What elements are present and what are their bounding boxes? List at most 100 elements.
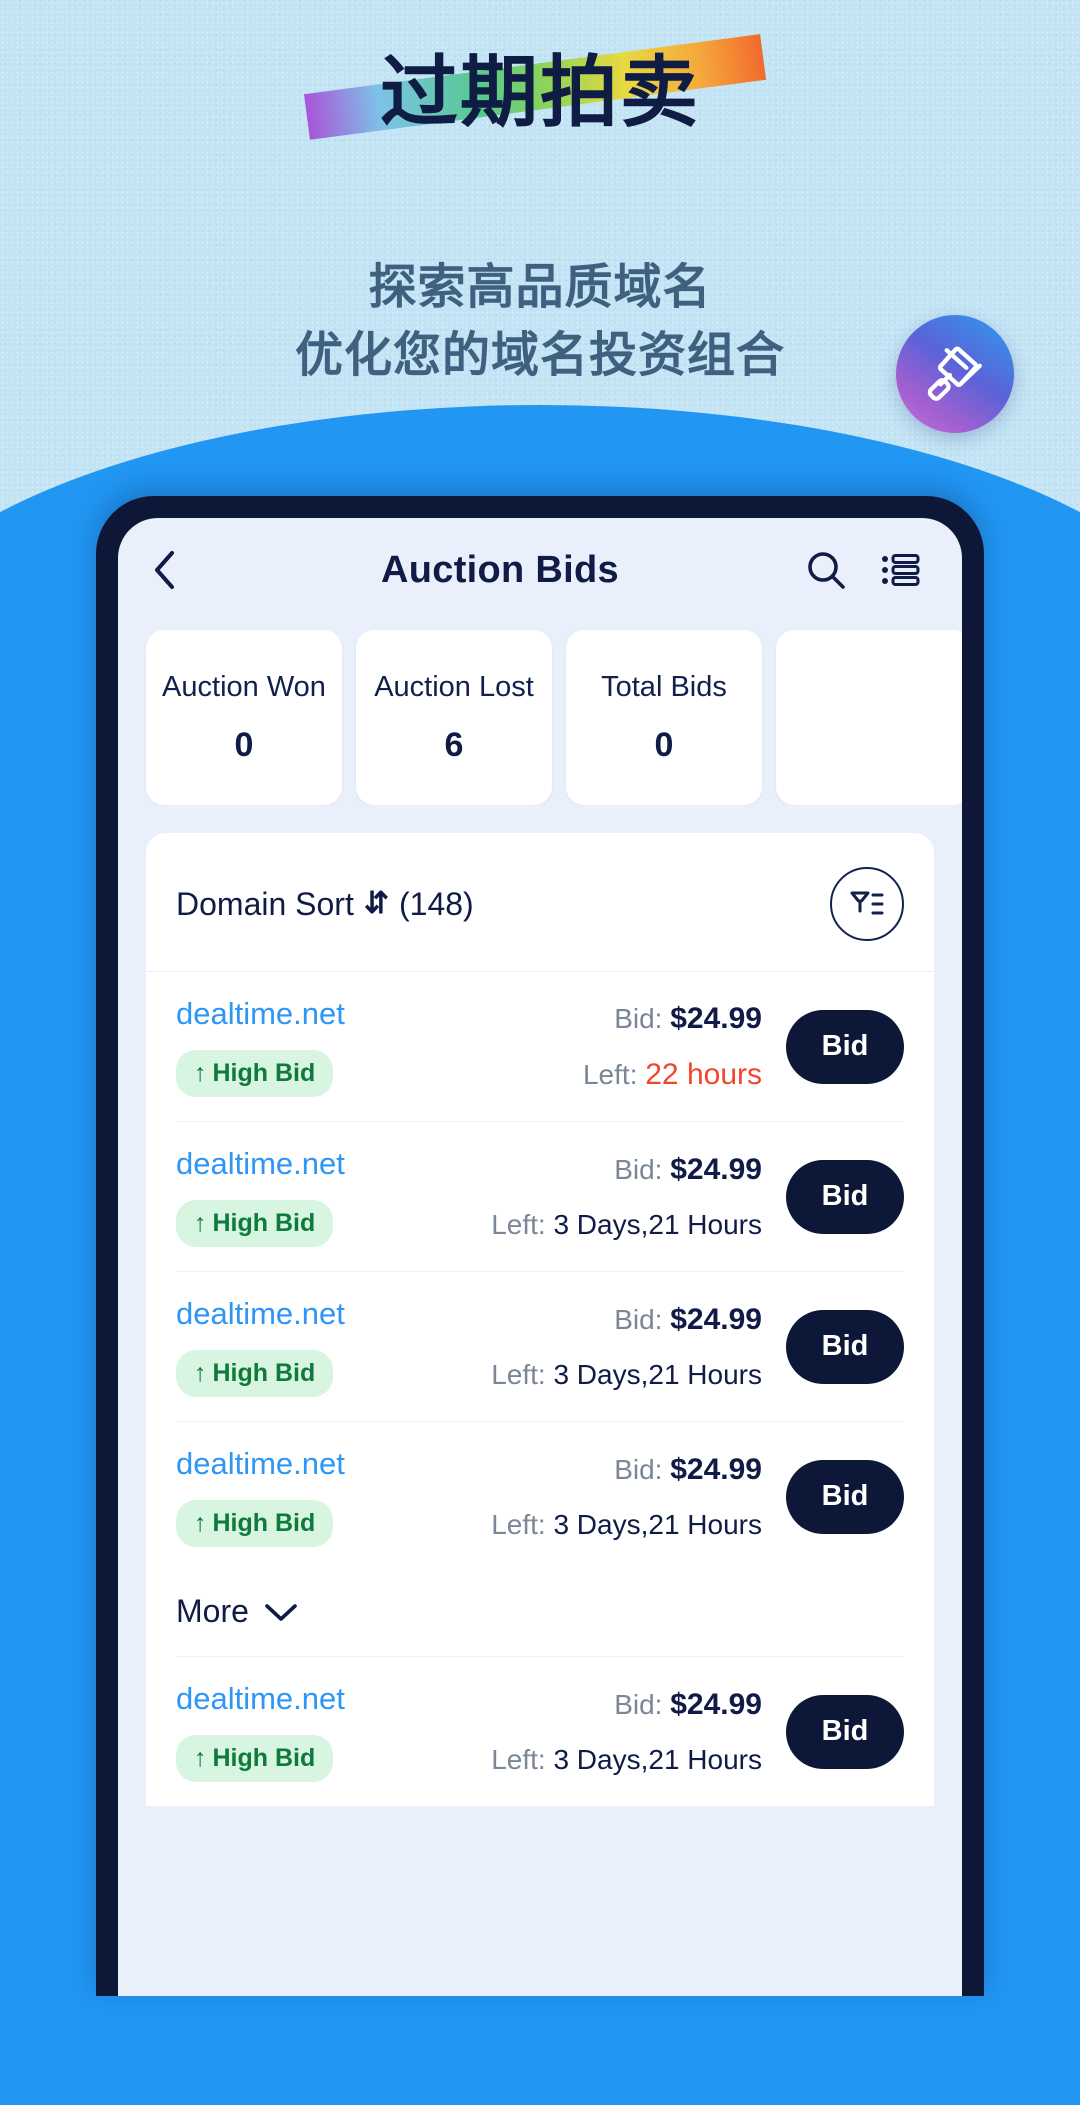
hero-subtitle-line-1: 探索高品质域名 [368, 261, 712, 314]
domain-link[interactable]: dealtime.net [176, 1296, 345, 1332]
time-left-line: Left: 22 hours [583, 1058, 762, 1092]
domain-link[interactable]: dealtime.net [176, 1446, 345, 1482]
table-row[interactable]: dealtime.net ↑ High Bid Bid: $24.99 Left… [176, 972, 904, 1122]
left-value: 3 Days,21 Hours [553, 1358, 762, 1390]
domain-link[interactable]: dealtime.net [176, 1146, 345, 1182]
time-left-line: Left: 3 Days,21 Hours [491, 1744, 762, 1776]
hero-subtitle-line-2: 优化您的域名投资组合 [294, 329, 785, 383]
row-info-area: Bid: $24.99 Left: 3 Days,21 Hours [418, 1303, 776, 1391]
bid-value: $24.99 [670, 1302, 762, 1336]
arrow-up-icon: ↑ [194, 1059, 207, 1087]
row-domain-area: dealtime.net ↑ High Bid [176, 996, 408, 1097]
left-value: 3 Days,21 Hours [553, 1743, 762, 1775]
left-label: Left: [491, 1208, 546, 1240]
row-info-area: Bid: $24.99 Left: 3 Days,21 Hours [418, 1453, 776, 1541]
bid-button[interactable]: Bid [786, 1694, 904, 1769]
bid-amount-line: Bid: $24.99 [614, 1002, 762, 1036]
stat-card-auction-won[interactable]: Auction Won 0 [146, 630, 342, 805]
filter-button[interactable] [830, 867, 904, 941]
gavel-icon [896, 315, 1014, 433]
bid-button[interactable]: Bid [786, 1459, 904, 1534]
stat-label: Total Bids [601, 670, 727, 703]
sort-label-text: Domain Sort [176, 885, 354, 922]
status-badge: ↑ High Bid [176, 1735, 334, 1782]
bid-button[interactable]: Bid [786, 1009, 904, 1084]
domain-sort-control[interactable]: Domain Sort ⇵ (148) [176, 886, 474, 923]
bid-amount-line: Bid: $24.99 [614, 1453, 762, 1487]
hero-subtitle: 探索高品质域名 优化您的域名投资组合 [130, 254, 950, 390]
row-info-area: Bid: $24.99 Left: 22 hours [418, 1002, 776, 1092]
search-button[interactable] [798, 548, 854, 592]
left-value: 22 hours [645, 1057, 762, 1091]
arrow-up-icon: ↑ [194, 1509, 207, 1537]
status-badge: ↑ High Bid [176, 1350, 334, 1397]
phone-mockup: Auction Bids Auction Won 0 Auction Lost … [96, 496, 984, 1996]
back-button[interactable] [152, 549, 202, 591]
status-badge-label: High Bid [212, 1209, 316, 1237]
hero-title: 过期拍卖 [379, 48, 700, 136]
left-label: Left: [582, 1058, 638, 1090]
status-badge: ↑ High Bid [176, 1200, 334, 1247]
list-settings-icon [882, 554, 920, 586]
row-domain-area: dealtime.net ↑ High Bid [176, 1446, 408, 1547]
bid-value: $24.99 [670, 1687, 762, 1721]
row-domain-area: dealtime.net ↑ High Bid [176, 1146, 408, 1247]
search-icon [808, 552, 845, 589]
domain-link[interactable]: dealtime.net [176, 1681, 345, 1717]
status-badge-label: High Bid [212, 1359, 316, 1387]
domain-link[interactable]: dealtime.net [176, 996, 345, 1032]
stat-card-partial[interactable] [776, 630, 962, 805]
table-row[interactable]: dealtime.net ↑ High Bid Bid: $24.99 Left… [176, 1122, 904, 1272]
left-value: 3 Days,21 Hours [553, 1508, 762, 1540]
left-value: 3 Days,21 Hours [553, 1208, 762, 1240]
stat-value: 0 [234, 725, 254, 764]
stat-label: Auction Won [162, 670, 326, 703]
time-left-line: Left: 3 Days,21 Hours [491, 1509, 762, 1541]
row-domain-area: dealtime.net ↑ High Bid [176, 1681, 408, 1782]
stat-label: Auction Lost [374, 670, 534, 703]
bid-value: $24.99 [670, 1001, 762, 1035]
bid-label: Bid: [614, 1002, 663, 1034]
table-row[interactable]: dealtime.net ↑ High Bid Bid: $24.99 Left… [176, 1657, 904, 1806]
row-info-area: Bid: $24.99 Left: 3 Days,21 Hours [418, 1688, 776, 1776]
status-badge: ↑ High Bid [176, 1500, 334, 1547]
stat-card-auction-lost[interactable]: Auction Lost 6 [356, 630, 552, 805]
bid-label: Bid: [614, 1303, 663, 1335]
filter-icon [850, 891, 884, 915]
left-label: Left: [491, 1743, 546, 1775]
chevron-down-icon [265, 1603, 297, 1621]
bid-button[interactable]: Bid [786, 1309, 904, 1384]
left-label: Left: [491, 1358, 546, 1390]
stat-value: 0 [654, 725, 674, 764]
stat-value: 6 [444, 725, 464, 764]
status-badge-label: High Bid [212, 1744, 316, 1772]
bid-label: Bid: [614, 1688, 663, 1720]
arrow-up-icon: ↑ [194, 1359, 207, 1387]
bid-amount-line: Bid: $24.99 [614, 1303, 762, 1337]
bid-label: Bid: [614, 1153, 663, 1185]
bid-amount-line: Bid: $24.99 [614, 1153, 762, 1187]
left-label: Left: [491, 1508, 546, 1540]
bids-list-card: Domain Sort ⇵ (148) dealtime.net ↑ High … [146, 833, 934, 1806]
more-expander[interactable]: More [176, 1571, 904, 1657]
hero-title-wrap: 过期拍卖 [303, 34, 767, 158]
table-row[interactable]: dealtime.net ↑ High Bid Bid: $24.99 Left… [176, 1422, 904, 1571]
sort-updown-icon: ⇵ [363, 887, 389, 920]
arrow-up-icon: ↑ [194, 1209, 207, 1237]
sort-bar: Domain Sort ⇵ (148) [146, 833, 934, 972]
bid-value: $24.99 [670, 1452, 762, 1486]
phone-screen: Auction Bids Auction Won 0 Auction Lost … [118, 518, 962, 1996]
stats-row: Auction Won 0 Auction Lost 6 Total Bids … [118, 622, 962, 805]
list-settings-button[interactable] [872, 550, 928, 590]
bid-button[interactable]: Bid [786, 1159, 904, 1234]
bid-amount-line: Bid: $24.99 [614, 1688, 762, 1722]
app-header: Auction Bids [118, 518, 962, 622]
bid-label: Bid: [614, 1453, 663, 1485]
bid-value: $24.99 [670, 1152, 762, 1186]
row-domain-area: dealtime.net ↑ High Bid [176, 1296, 408, 1397]
time-left-line: Left: 3 Days,21 Hours [491, 1359, 762, 1391]
stat-card-total-bids[interactable]: Total Bids 0 [566, 630, 762, 805]
chevron-left-icon [155, 551, 174, 589]
table-row[interactable]: dealtime.net ↑ High Bid Bid: $24.99 Left… [176, 1272, 904, 1422]
status-badge: ↑ High Bid [176, 1050, 334, 1097]
